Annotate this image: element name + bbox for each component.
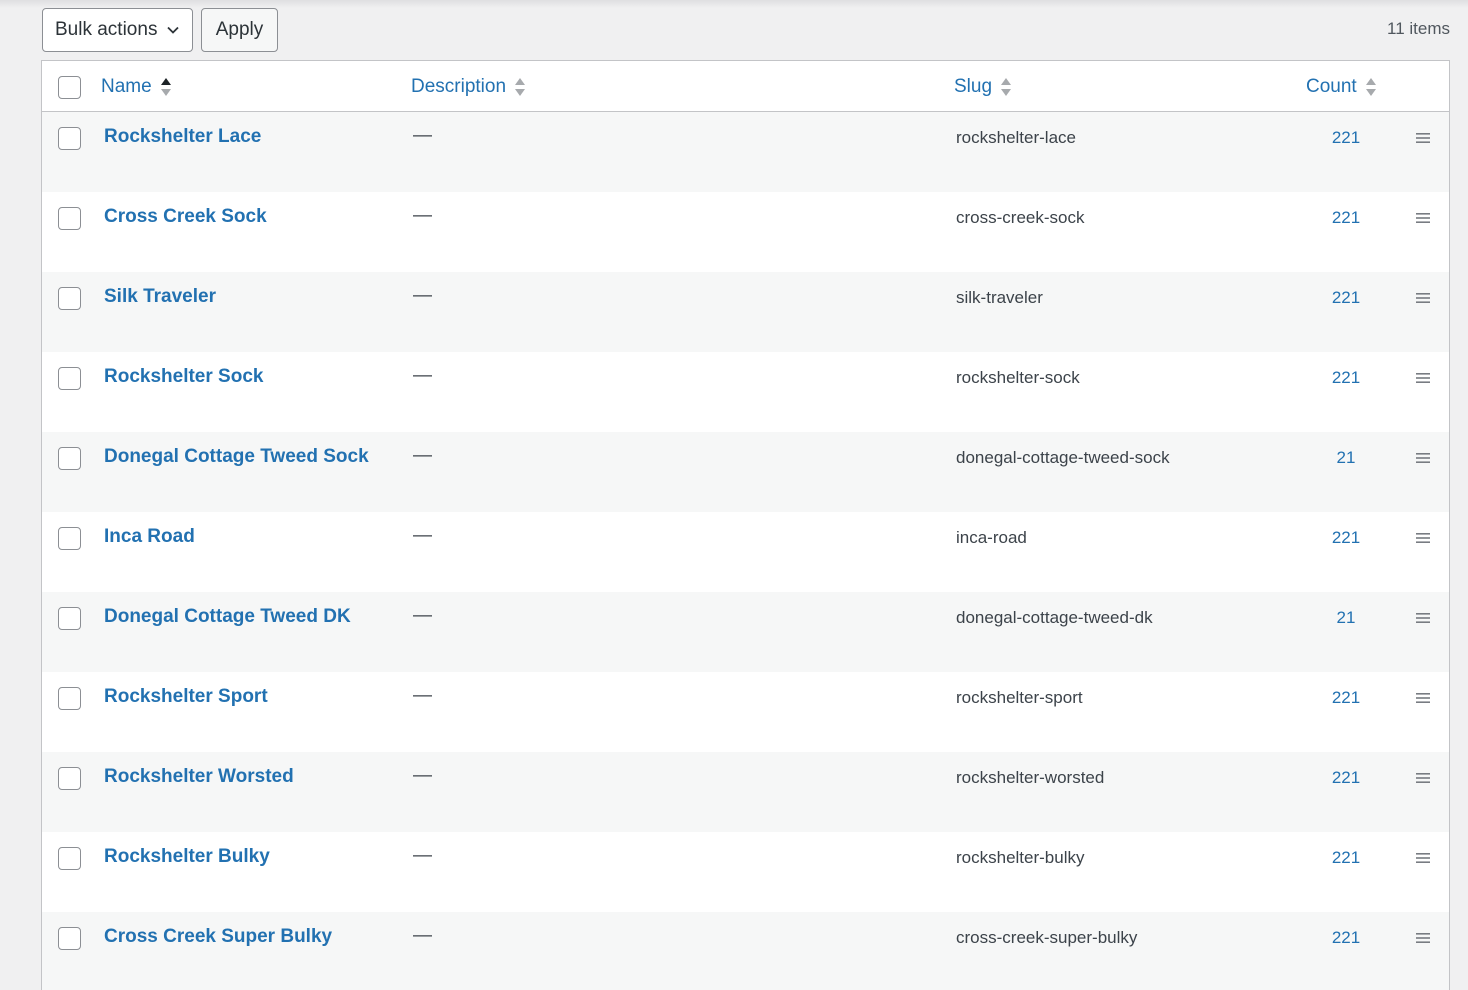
terms-table: Name Description Slug Count Rockshelter …: [41, 60, 1450, 990]
term-slug: cross-creek-super-bulky: [956, 928, 1138, 947]
sort-icon: [515, 78, 526, 96]
drag-handle-icon[interactable]: [1416, 212, 1430, 224]
row-checkbox[interactable]: [58, 447, 81, 470]
drag-handle-icon[interactable]: [1416, 132, 1430, 144]
table-row: Donegal Cottage Tweed DK — donegal-cottage…: [42, 592, 1449, 672]
column-header-slug-label: Slug: [954, 76, 993, 97]
row-checkbox[interactable]: [58, 207, 81, 230]
row-checkbox[interactable]: [58, 607, 81, 630]
table-row: Silk Traveler — silk-traveler 221: [42, 272, 1449, 352]
term-slug: donegal-cottage-tweed-dk: [956, 608, 1153, 627]
select-all-checkbox[interactable]: [58, 76, 81, 99]
term-name-link[interactable]: Silk Traveler: [104, 286, 216, 308]
drag-handle-icon[interactable]: [1416, 932, 1430, 944]
term-description: —: [413, 845, 432, 866]
row-checkbox[interactable]: [58, 127, 81, 150]
sort-icon: [1001, 78, 1012, 96]
table-row: Rockshelter Worsted — rockshelter-worsted 2…: [42, 752, 1449, 832]
column-header-slug[interactable]: Slug: [954, 75, 1012, 99]
term-count-link[interactable]: 221: [1306, 368, 1386, 388]
drag-handle-icon[interactable]: [1416, 692, 1430, 704]
term-description: —: [413, 365, 432, 386]
term-name-link[interactable]: Rockshelter Sport: [104, 686, 268, 708]
term-name-link[interactable]: Rockshelter Lace: [104, 126, 261, 148]
bulk-actions-select[interactable]: Bulk actions: [42, 8, 193, 52]
row-checkbox[interactable]: [58, 287, 81, 310]
row-checkbox[interactable]: [58, 527, 81, 550]
table-row: Rockshelter Lace — rockshelter-lace 221: [42, 112, 1449, 192]
apply-button[interactable]: Apply: [201, 8, 278, 52]
term-slug: silk-traveler: [956, 288, 1043, 307]
table-row: Rockshelter Sock — rockshelter-sock 221: [42, 352, 1449, 432]
term-slug: rockshelter-worsted: [956, 768, 1105, 787]
term-description: —: [413, 765, 432, 786]
term-count-link[interactable]: 221: [1306, 528, 1386, 548]
term-count-link[interactable]: 221: [1306, 208, 1386, 228]
drag-handle-icon[interactable]: [1416, 772, 1430, 784]
term-count-link[interactable]: 21: [1306, 608, 1386, 628]
top-shadow: [0, 0, 1468, 8]
term-description: —: [413, 925, 432, 946]
column-header-name-label: Name: [101, 76, 152, 97]
column-header-description[interactable]: Description: [411, 75, 526, 99]
table-row: Donegal Cottage Tweed Sock — donegal-cotta…: [42, 432, 1449, 512]
term-count-link[interactable]: 221: [1306, 688, 1386, 708]
term-description: —: [413, 445, 432, 466]
term-name-link[interactable]: Rockshelter Worsted: [104, 766, 294, 788]
term-slug: donegal-cottage-tweed-sock: [956, 448, 1170, 467]
sort-icon: [1365, 78, 1376, 96]
drag-handle-icon[interactable]: [1416, 532, 1430, 544]
row-checkbox[interactable]: [58, 767, 81, 790]
term-description: —: [413, 285, 432, 306]
term-name-link[interactable]: Cross Creek Super Bulky: [104, 926, 332, 948]
items-count: 11 items: [1387, 19, 1450, 38]
table-row: Inca Road — inca-road 221: [42, 512, 1449, 592]
table-row: Cross Creek Super Bulky — cross-creek-supe…: [42, 912, 1449, 990]
term-count-link[interactable]: 221: [1306, 848, 1386, 868]
drag-handle-icon[interactable]: [1416, 452, 1430, 464]
chevron-down-icon: [167, 26, 179, 34]
row-checkbox[interactable]: [58, 367, 81, 390]
drag-handle-icon[interactable]: [1416, 372, 1430, 384]
table-row: Rockshelter Sport — rockshelter-sport 221: [42, 672, 1449, 752]
term-name-link[interactable]: Donegal Cottage Tweed DK: [104, 606, 351, 628]
drag-handle-icon[interactable]: [1416, 612, 1430, 624]
term-slug: cross-creek-sock: [956, 208, 1085, 227]
drag-handle-icon[interactable]: [1416, 852, 1430, 864]
term-name-link[interactable]: Donegal Cottage Tweed Sock: [104, 446, 369, 468]
sort-ascending-icon: [160, 78, 171, 96]
term-count-link[interactable]: 221: [1306, 928, 1386, 948]
term-slug: rockshelter-bulky: [956, 848, 1085, 867]
column-header-description-label: Description: [411, 76, 507, 97]
term-slug: rockshelter-sport: [956, 688, 1083, 707]
term-count-link[interactable]: 21: [1306, 448, 1386, 468]
row-checkbox[interactable]: [58, 927, 81, 950]
term-description: —: [413, 205, 432, 226]
term-description: —: [413, 685, 432, 706]
drag-handle-icon[interactable]: [1416, 292, 1430, 304]
row-checkbox[interactable]: [58, 847, 81, 870]
term-count-link[interactable]: 221: [1306, 288, 1386, 308]
column-header-count-label: Count: [1306, 76, 1357, 97]
term-slug: inca-road: [956, 528, 1027, 547]
term-description: —: [413, 605, 432, 626]
row-checkbox[interactable]: [58, 687, 81, 710]
column-header-name[interactable]: Name: [101, 75, 172, 99]
term-slug: rockshelter-sock: [956, 368, 1080, 387]
bulk-actions-label: Bulk actions: [55, 19, 158, 40]
term-description: —: [413, 125, 432, 146]
term-count-link[interactable]: 221: [1306, 768, 1386, 788]
term-name-link[interactable]: Cross Creek Sock: [104, 206, 267, 228]
column-header-count[interactable]: Count: [1306, 75, 1377, 99]
term-name-link[interactable]: Rockshelter Bulky: [104, 846, 270, 868]
term-count-link[interactable]: 221: [1306, 128, 1386, 148]
term-name-link[interactable]: Rockshelter Sock: [104, 366, 263, 388]
table-row: Rockshelter Bulky — rockshelter-bulky 221: [42, 832, 1449, 912]
table-row: Cross Creek Sock — cross-creek-sock 221: [42, 192, 1449, 272]
term-description: —: [413, 525, 432, 546]
table-header: Name Description Slug Count: [42, 61, 1449, 112]
term-name-link[interactable]: Inca Road: [104, 526, 195, 548]
term-slug: rockshelter-lace: [956, 128, 1076, 147]
